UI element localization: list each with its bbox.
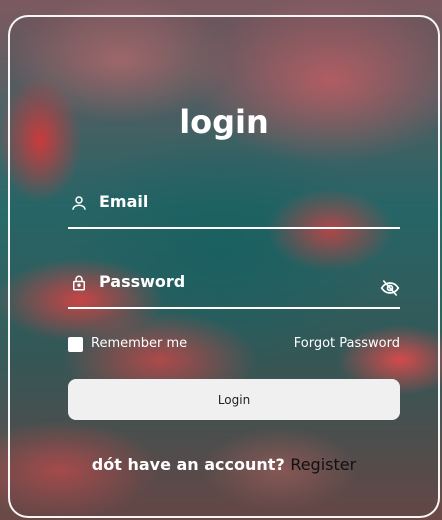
eye-off-icon[interactable] bbox=[380, 278, 400, 298]
password-field[interactable]: Password bbox=[68, 269, 400, 309]
login-card: login Email Password Remember me Forgot … bbox=[8, 15, 440, 518]
email-label: Email bbox=[99, 192, 149, 211]
login-button[interactable]: Login bbox=[68, 379, 400, 420]
remember-checkbox[interactable] bbox=[68, 337, 83, 352]
user-icon bbox=[72, 196, 86, 210]
password-label: Password bbox=[99, 272, 186, 291]
email-field[interactable]: Email bbox=[68, 189, 400, 229]
forgot-password-link[interactable]: Forgot Password bbox=[294, 336, 400, 351]
lock-icon bbox=[73, 275, 85, 291]
register-link[interactable]: Register bbox=[290, 455, 356, 474]
register-prompt: dót have an account? Register bbox=[10, 455, 438, 474]
page-title: login bbox=[179, 103, 269, 141]
remember-label: Remember me bbox=[91, 336, 188, 351]
register-prompt-text: dót have an account? bbox=[91, 455, 285, 474]
options-row: Remember me Forgot Password bbox=[68, 336, 400, 354]
